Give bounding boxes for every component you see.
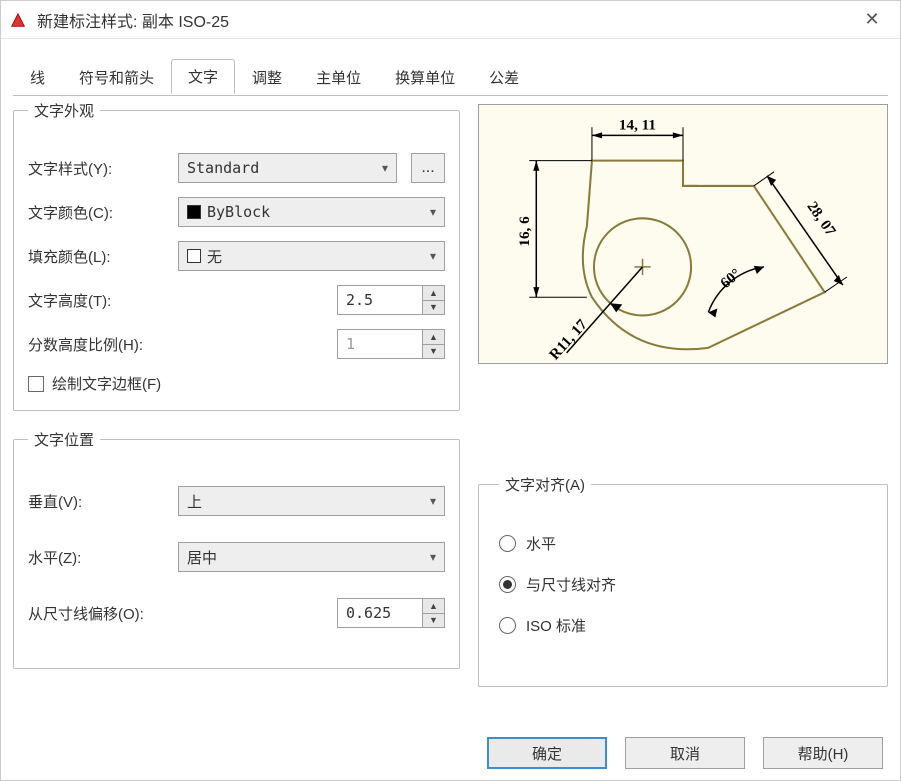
app-icon	[9, 11, 27, 29]
text-style-label: 文字样式(Y):	[28, 158, 168, 179]
cancel-button[interactable]: 取消	[625, 737, 745, 769]
window-title: 新建标注样式: 副本 ISO-25	[37, 8, 852, 32]
checkbox-icon[interactable]	[28, 376, 44, 392]
group-text-appearance: 文字外观 文字样式(Y): Standard ▾ ... 文字颜色(C): By…	[13, 100, 460, 411]
chevron-down-icon: ▾	[430, 249, 436, 263]
none-swatch-icon	[187, 249, 201, 263]
close-icon[interactable]: ✕	[852, 9, 892, 30]
fill-color-value: 无	[207, 246, 222, 267]
fill-color-select[interactable]: 无 ▾	[178, 241, 445, 271]
fraction-scale-value: 1	[338, 330, 422, 358]
spin-down-icon: ▼	[423, 345, 444, 359]
dialog-footer: 确定 取消 帮助(H)	[487, 737, 883, 769]
text-color-value: ByBlock	[207, 203, 270, 221]
align-horizontal-radio[interactable]: 水平	[499, 533, 867, 554]
vertical-select[interactable]: 上 ▾	[178, 486, 445, 516]
group-text-placement-legend: 文字位置	[28, 429, 100, 450]
radio-icon[interactable]	[499, 617, 516, 634]
text-style-select[interactable]: Standard ▾	[178, 153, 397, 183]
horizontal-select[interactable]: 居中 ▾	[178, 542, 445, 572]
draw-frame-label: 绘制文字边框(F)	[52, 373, 161, 394]
chevron-down-icon: ▾	[430, 205, 436, 219]
dimension-preview: 14, 11 16, 6 28, 07	[478, 104, 888, 364]
radio-icon[interactable]	[499, 576, 516, 593]
group-text-alignment: 文字对齐(A) 水平 与尺寸线对齐 ISO 标准	[478, 474, 888, 687]
text-color-label: 文字颜色(C):	[28, 202, 168, 223]
offset-value[interactable]: 0.625	[338, 599, 422, 627]
text-style-browse-button[interactable]: ...	[411, 153, 445, 183]
dim-left: 16, 6	[516, 216, 533, 247]
dim-top: 14, 11	[619, 116, 656, 133]
align-with-dimline-label: 与尺寸线对齐	[526, 574, 616, 595]
horizontal-label: 水平(Z):	[28, 547, 168, 568]
fraction-scale-spinner: 1 ▲ ▼	[337, 329, 445, 359]
tab-text[interactable]: 文字	[171, 59, 235, 94]
offset-label: 从尺寸线偏移(O):	[28, 603, 198, 624]
draw-frame-checkbox[interactable]: 绘制文字边框(F)	[28, 373, 445, 394]
help-button[interactable]: 帮助(H)	[763, 737, 883, 769]
fraction-scale-label: 分数高度比例(H):	[28, 334, 188, 355]
group-text-alignment-legend: 文字对齐(A)	[499, 474, 591, 495]
spin-up-icon[interactable]: ▲	[423, 599, 444, 614]
radio-icon[interactable]	[499, 535, 516, 552]
tab-underline	[13, 95, 888, 96]
dim-radius: R11, 17	[546, 316, 591, 363]
group-text-placement: 文字位置 垂直(V): 上 ▾ 水平(Z): 居中 ▾ 从尺	[13, 429, 460, 669]
chevron-down-icon: ▾	[382, 161, 388, 175]
align-iso-radio[interactable]: ISO 标准	[499, 615, 867, 636]
tab-lines[interactable]: 线	[13, 60, 62, 94]
vertical-label: 垂直(V):	[28, 491, 168, 512]
text-height-value[interactable]: 2.5	[338, 286, 422, 314]
spin-down-icon[interactable]: ▼	[423, 301, 444, 315]
chevron-down-icon: ▾	[430, 494, 436, 508]
spin-up-icon: ▲	[423, 330, 444, 345]
tab-fit[interactable]: 调整	[235, 60, 299, 94]
dim-angle: 60°	[717, 265, 744, 292]
ok-button[interactable]: 确定	[487, 737, 607, 769]
titlebar: 新建标注样式: 副本 ISO-25 ✕	[1, 1, 900, 39]
tab-tolerances[interactable]: 公差	[472, 60, 536, 94]
tab-primary-units[interactable]: 主单位	[299, 60, 378, 94]
horizontal-value: 居中	[187, 547, 217, 568]
vertical-value: 上	[187, 491, 202, 512]
dim-diag: 28, 07	[803, 198, 839, 239]
tab-symbols-arrows[interactable]: 符号和箭头	[62, 60, 171, 94]
align-with-dimline-radio[interactable]: 与尺寸线对齐	[499, 574, 867, 595]
spin-down-icon[interactable]: ▼	[423, 614, 444, 628]
tab-bar: 线 符号和箭头 文字 调整 主单位 换算单位 公差	[1, 39, 900, 94]
spin-up-icon[interactable]: ▲	[423, 286, 444, 301]
color-swatch-icon	[187, 205, 201, 219]
text-color-select[interactable]: ByBlock ▾	[178, 197, 445, 227]
text-height-label: 文字高度(T):	[28, 290, 168, 311]
fill-color-label: 填充颜色(L):	[28, 246, 168, 267]
group-text-appearance-legend: 文字外观	[28, 100, 100, 121]
offset-spinner[interactable]: 0.625 ▲ ▼	[337, 598, 445, 628]
chevron-down-icon: ▾	[430, 550, 436, 564]
tab-alternate-units[interactable]: 换算单位	[378, 60, 472, 94]
align-horizontal-label: 水平	[526, 533, 556, 554]
text-style-value: Standard	[187, 159, 259, 177]
align-iso-label: ISO 标准	[526, 615, 586, 636]
text-height-spinner[interactable]: 2.5 ▲ ▼	[337, 285, 445, 315]
